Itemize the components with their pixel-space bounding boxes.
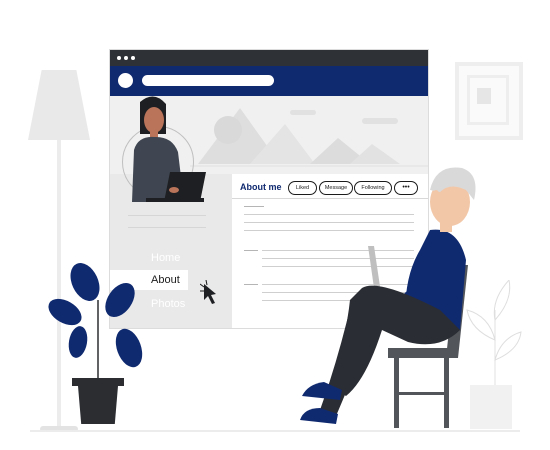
- sidebar-item-photos[interactable]: Photos: [151, 298, 185, 310]
- floor-lamp-shade: [28, 70, 90, 140]
- window-dot-icon[interactable]: [124, 56, 128, 60]
- text-line: [244, 250, 258, 251]
- plant-leaves-illustration: [48, 263, 143, 378]
- about-me-title: About me: [240, 182, 282, 192]
- plant-pot: [78, 386, 118, 424]
- profile-circle-icon[interactable]: [118, 73, 133, 88]
- cursor-icon: [200, 280, 216, 304]
- text-line: [244, 284, 258, 285]
- sidebar-item-about[interactable]: About: [151, 274, 180, 286]
- plant-pot-rim: [72, 378, 124, 386]
- sidebar-line: [128, 227, 206, 228]
- window-dot-icon[interactable]: [117, 56, 121, 60]
- sidebar-item-home[interactable]: Home: [151, 252, 180, 264]
- sidebar-line: [128, 215, 206, 216]
- avatar-woman-illustration: [132, 96, 206, 202]
- man-with-laptop-illustration: [300, 167, 476, 428]
- wall-frame-picture: [477, 88, 491, 104]
- browser-titlebar: [110, 50, 428, 66]
- window-dot-icon[interactable]: [131, 56, 135, 60]
- text-line: [244, 206, 264, 207]
- search-bar[interactable]: [142, 75, 274, 86]
